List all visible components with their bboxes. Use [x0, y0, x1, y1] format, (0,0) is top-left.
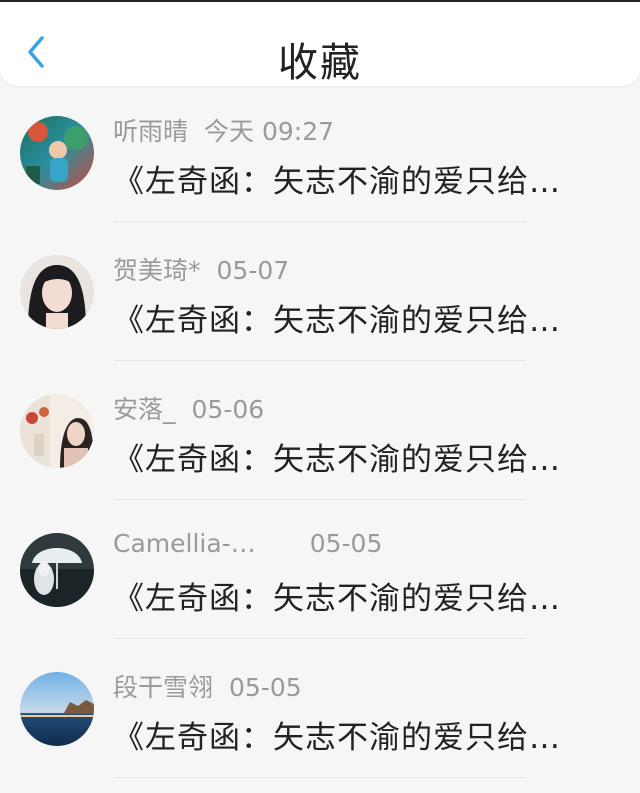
message-preview: 《左奇函：矢志不渝的爱只给…	[113, 442, 561, 478]
avatar[interactable]	[20, 394, 94, 468]
avatar[interactable]	[20, 533, 94, 607]
divider	[113, 360, 527, 361]
sender-name: 听雨晴	[113, 117, 189, 146]
item-meta: 段干雪翎 05-05	[113, 668, 302, 702]
list-item[interactable]: 段干雪翎 05-05 《左奇函：矢志不渝的爱只给…	[0, 654, 640, 793]
sender-name: Camellia-…	[113, 529, 256, 558]
favorites-list: 听雨晴 今天 09:27 《左奇函：矢志不渝的爱只给… 贺美琦* 05-07 《左奇…	[0, 98, 640, 793]
timestamp: 05-07	[216, 256, 290, 285]
divider	[113, 638, 527, 639]
list-item[interactable]: 听雨晴 今天 09:27 《左奇函：矢志不渝的爱只给…	[0, 98, 640, 237]
divider	[113, 221, 527, 222]
avatar[interactable]	[20, 672, 94, 746]
message-preview: 《左奇函：矢志不渝的爱只给…	[113, 164, 561, 200]
message-preview: 《左奇函：矢志不渝的爱只给…	[113, 581, 561, 617]
item-meta: 贺美琦* 05-07	[113, 251, 289, 285]
message-preview: 《左奇函：矢志不渝的爱只给…	[113, 720, 561, 756]
timestamp: 05-05	[229, 673, 302, 702]
list-item[interactable]: 贺美琦* 05-07 《左奇函：矢志不渝的爱只给…	[0, 237, 640, 376]
divider	[113, 777, 527, 778]
list-item[interactable]: Camellia-… 05-05 《左奇函：矢志不渝的爱只给…	[0, 515, 640, 654]
timestamp: 今天 09:27	[204, 117, 335, 146]
header-bar: 收藏	[0, 0, 640, 86]
timestamp: 05-05	[309, 529, 383, 558]
timestamp: 05-06	[191, 395, 265, 424]
item-meta: 安落_ 05-06	[113, 390, 264, 424]
page-title: 收藏	[278, 40, 362, 86]
item-meta: Camellia-… 05-05	[113, 529, 382, 563]
message-preview: 《左奇函：矢志不渝的爱只给…	[113, 303, 561, 339]
avatar[interactable]	[20, 255, 94, 329]
sender-name: 段干雪翎	[113, 673, 214, 702]
item-meta: 听雨晴 今天 09:27	[113, 112, 334, 146]
list-item[interactable]: 安落_ 05-06 《左奇函：矢志不渝的爱只给…	[0, 376, 640, 515]
divider	[113, 499, 527, 500]
avatar[interactable]	[20, 116, 94, 190]
sender-name: 贺美琦*	[113, 256, 201, 285]
sender-name: 安落_	[113, 395, 176, 424]
